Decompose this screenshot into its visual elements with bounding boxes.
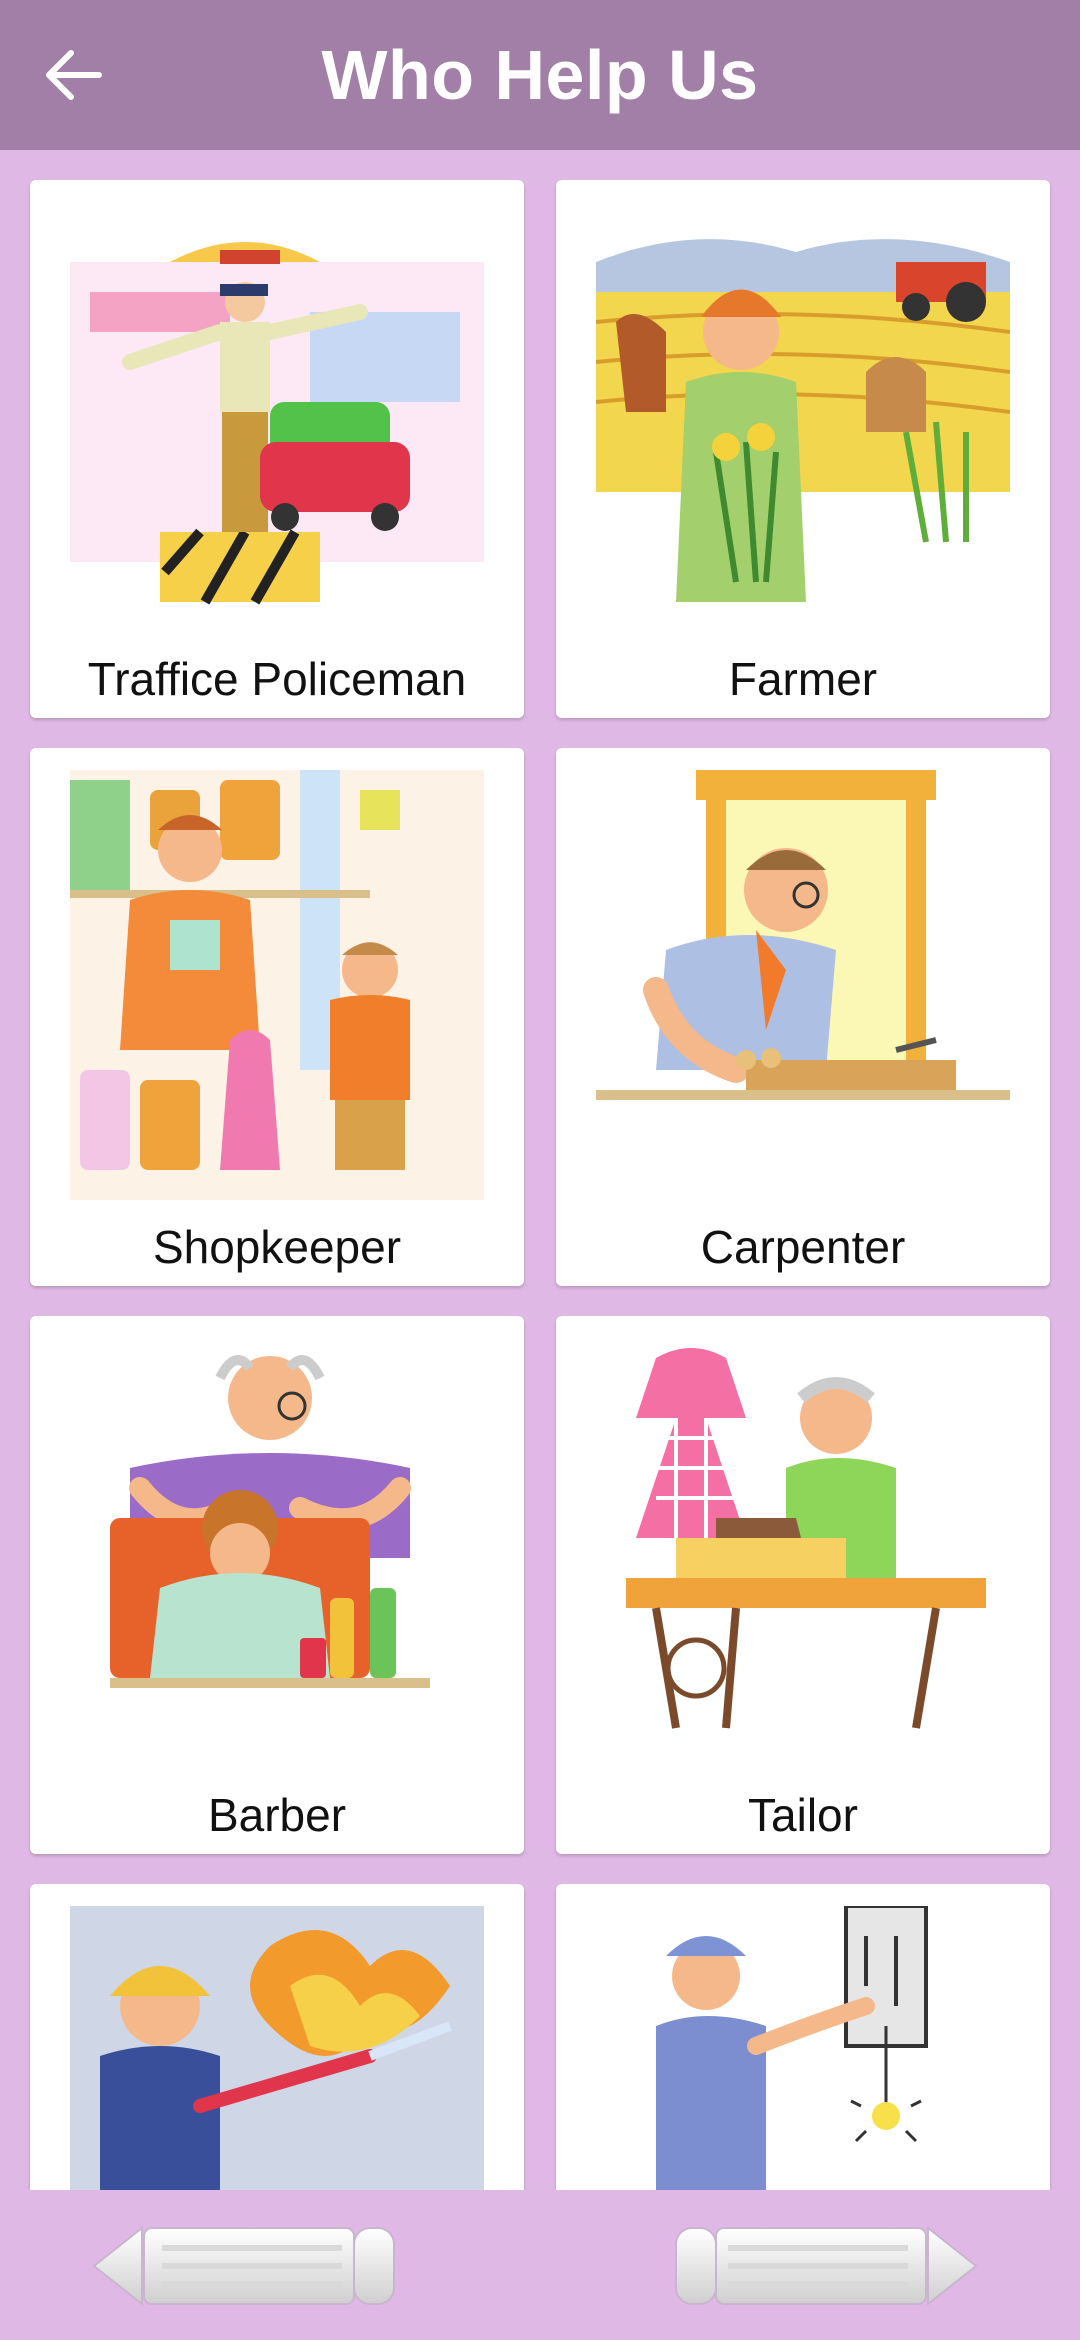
app-bar: Who Help Us (0, 0, 1080, 150)
shopkeeper-illustration (70, 770, 484, 1200)
pencil-arrow-left-icon (92, 2225, 395, 2307)
electrician-illustration (656, 1906, 928, 2190)
bottom-navigation (0, 2190, 1080, 2340)
carpenter-illustration (596, 770, 1010, 1100)
page-title: Who Help Us (321, 36, 759, 114)
card-carpenter[interactable]: Carpenter (556, 748, 1050, 1286)
occupation-grid: Traffice Policeman Farmer Shopkeeper Car… (0, 150, 1080, 2190)
card-shopkeeper[interactable]: Shopkeeper (30, 748, 524, 1286)
card-farmer[interactable]: Farmer (556, 180, 1050, 718)
card-label: Shopkeeper (152, 1221, 402, 1273)
card-traffic-policeman[interactable]: Traffice Policeman (30, 180, 524, 718)
back-button[interactable] (36, 38, 110, 112)
arrow-left-icon (46, 50, 102, 100)
card-label: Traffice Policeman (87, 653, 467, 705)
traffic-policeman-illustration (70, 242, 484, 605)
pencil-arrow-right-icon (675, 2225, 978, 2307)
card-fireman[interactable] (30, 1884, 524, 2190)
card-label: Barber (207, 1789, 347, 1841)
next-button[interactable] (668, 2218, 978, 2314)
fireman-illustration (70, 1906, 484, 2190)
farmer-illustration (596, 239, 1010, 602)
previous-button[interactable] (92, 2218, 402, 2314)
card-label: Farmer (728, 653, 878, 705)
tailor-illustration (626, 1348, 986, 1729)
card-tailor[interactable]: Tailor (556, 1316, 1050, 1854)
card-electrician[interactable] (556, 1884, 1050, 2190)
card-barber[interactable]: Barber (30, 1316, 524, 1854)
barber-illustration (110, 1355, 430, 1688)
card-label: Carpenter (700, 1221, 906, 1273)
card-label: Tailor (748, 1789, 858, 1841)
